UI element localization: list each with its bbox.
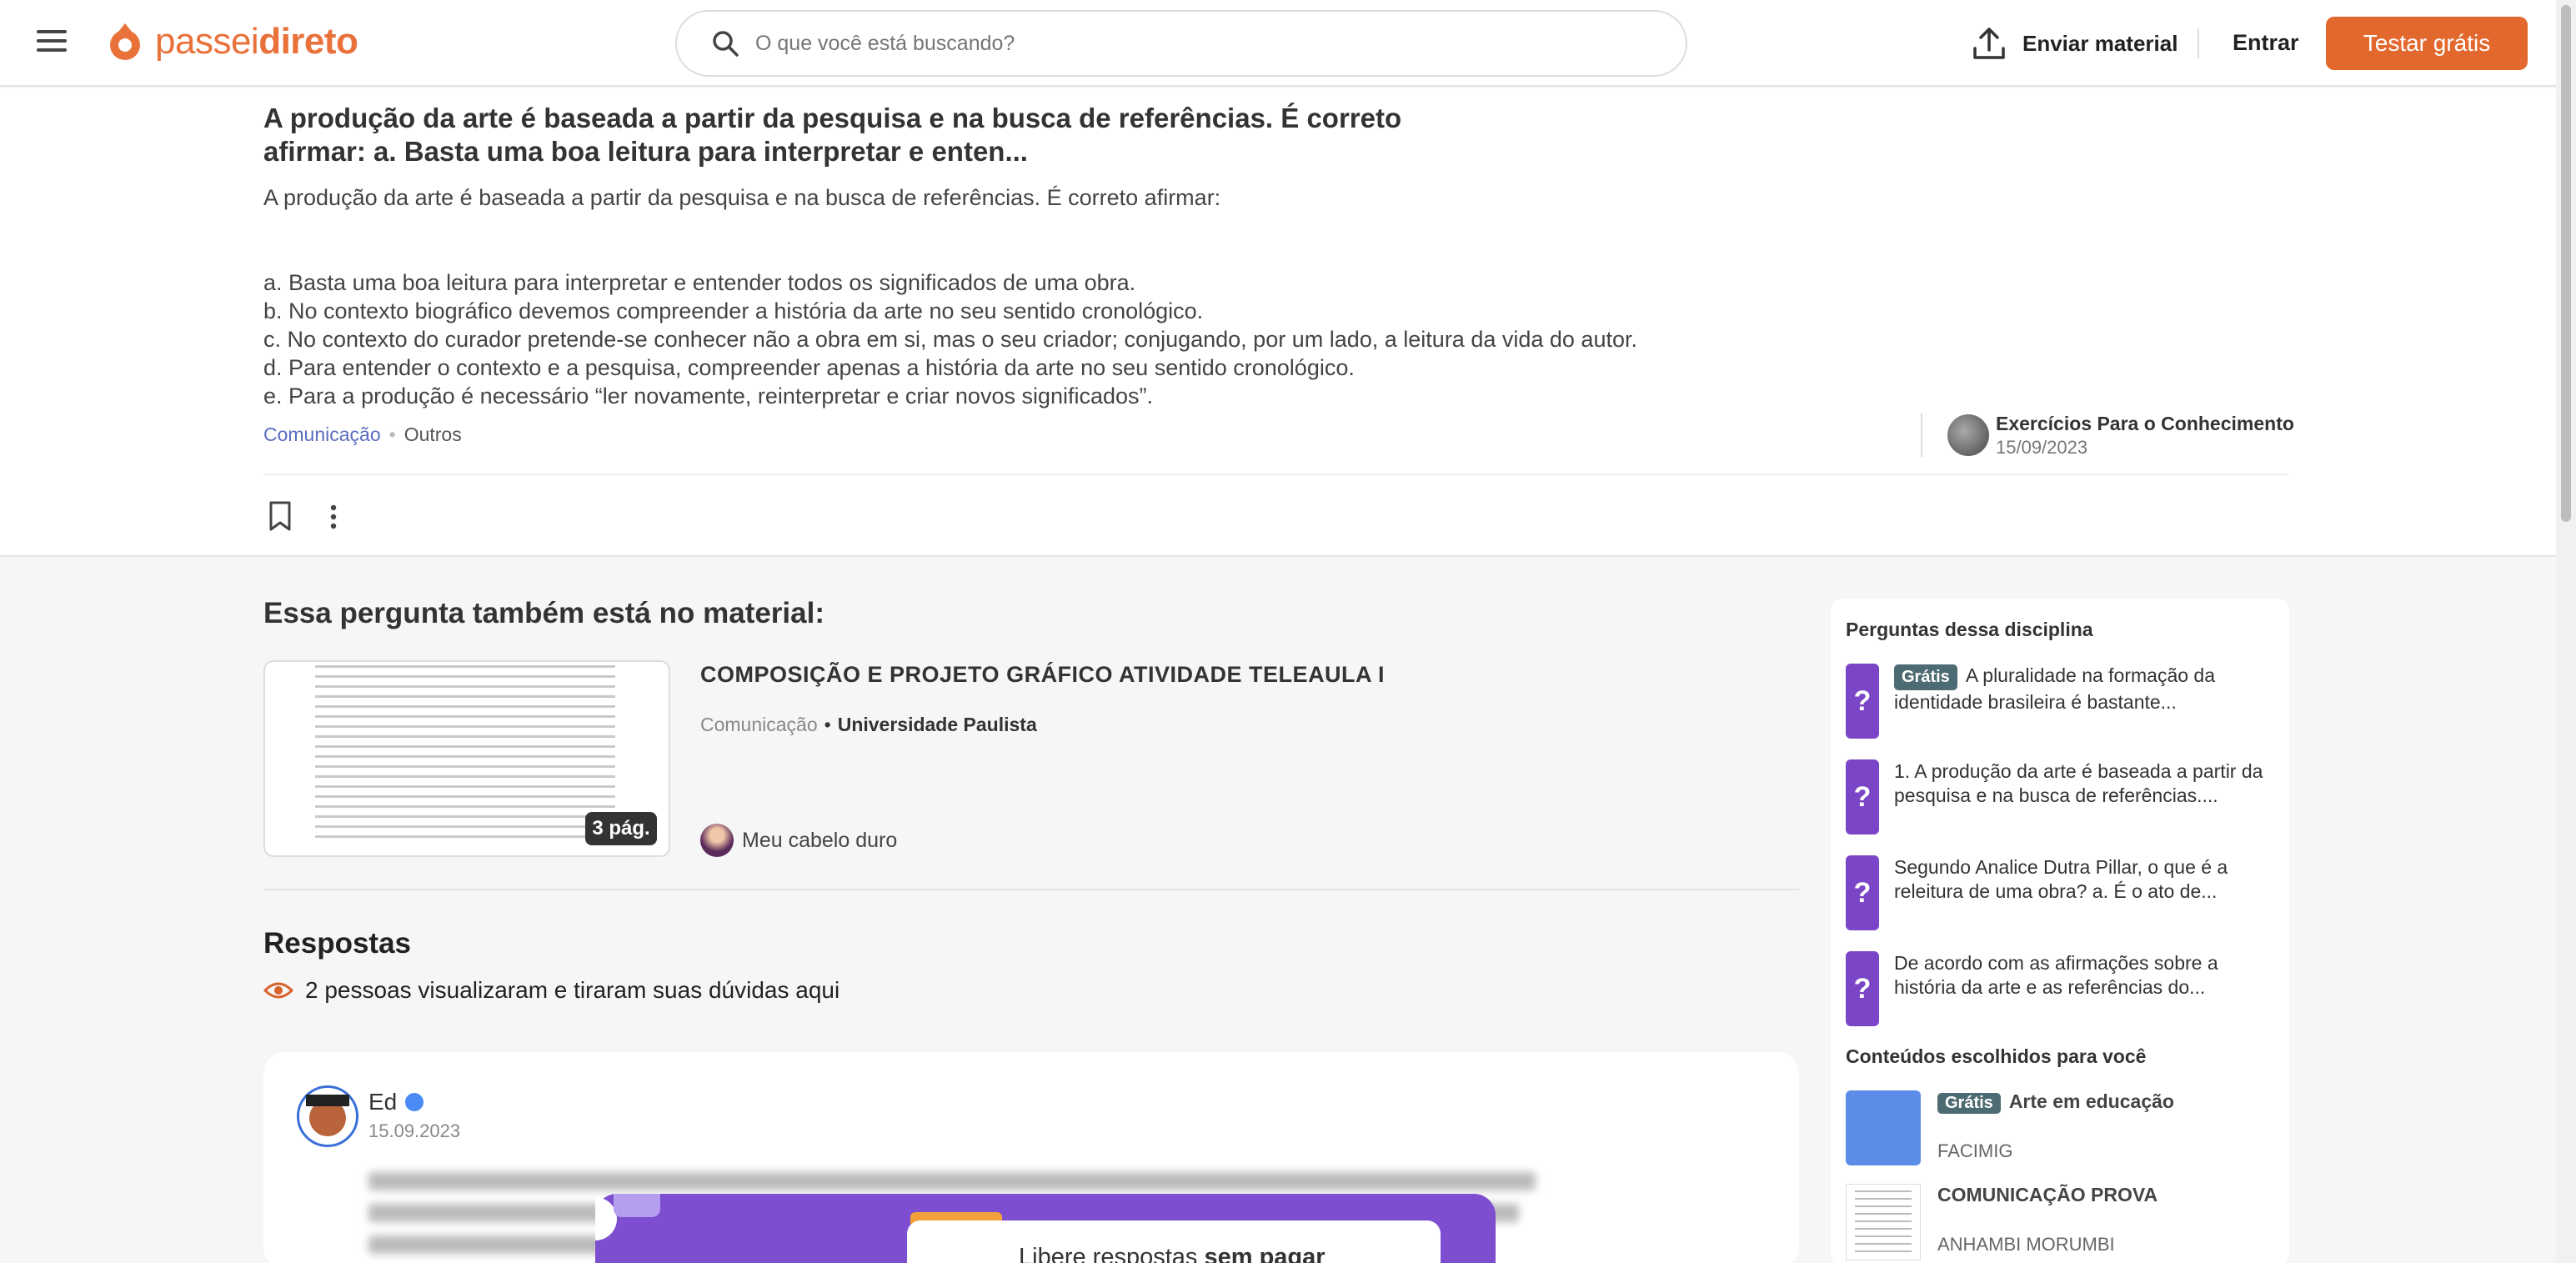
recommended-content-item[interactable]: COMUNICAÇÃO PROVA ANHAMBI MORUMBI — [1846, 1184, 2279, 1260]
question-mark-icon: ? — [1846, 664, 1879, 739]
recommended-content-heading: Conteúdos escolhidos para você — [1846, 1045, 2147, 1067]
tag-other: Outros — [403, 424, 462, 445]
tag-separator: • — [388, 424, 396, 445]
paywall-box[interactable]: Libere respostas sem pagar — [907, 1220, 1441, 1263]
paywall-text: Libere respostas sem pagar — [1019, 1244, 1326, 1263]
free-trial-button[interactable]: Testar grátis — [2326, 17, 2528, 70]
question-option-d: d. Para entender o contexto e a pesquisa… — [263, 355, 1355, 380]
material-meta-separator: • — [824, 714, 831, 735]
hamburger-menu-icon[interactable] — [37, 30, 67, 53]
author-name: Exercícios Para o Conhecimento — [1996, 412, 2294, 434]
material-author-avatar — [700, 824, 734, 857]
related-questions-heading: Perguntas dessa disciplina — [1846, 619, 2093, 640]
related-question-item[interactable]: ? Segundo Analice Dutra Pillar, o que é … — [1846, 855, 2279, 930]
question-mark-icon: ? — [1846, 855, 1879, 930]
header-divider — [2198, 28, 2199, 58]
tag-subject-link[interactable]: Comunicação — [263, 424, 381, 446]
free-badge: Grátis — [1894, 664, 1957, 690]
author-date: 15/09/2023 — [1996, 436, 2088, 458]
logo-text-part1: passei — [155, 21, 259, 62]
upload-label: Enviar material — [2022, 30, 2178, 56]
material-meta: Comunicação • Universidade Paulista — [700, 714, 1037, 736]
recommended-content-item[interactable]: Grátis Arte em educação FACIMIG — [1846, 1090, 2279, 1167]
search-input[interactable] — [755, 31, 1589, 56]
login-button[interactable]: Entrar — [2233, 30, 2299, 56]
answer-card: Ed 15.09.2023 Libere respostas sem pagar — [263, 1052, 1799, 1263]
related-question-item[interactable]: ? De acordo com as afirmações sobre a hi… — [1846, 951, 2279, 1026]
question-option-a: a. Basta uma boa leitura para interpreta… — [263, 270, 1136, 295]
content-title: Arte em educação — [2008, 1090, 2174, 1112]
answer-date: 15.09.2023 — [368, 1120, 461, 1141]
answer-author: Ed — [368, 1089, 424, 1115]
answer-author-avatar — [297, 1085, 358, 1147]
sidebar: Perguntas dessa disciplina ? Grátis A plu… — [1831, 599, 2289, 1263]
bookmark-icon[interactable] — [267, 500, 293, 532]
material-author-name: Meu cabelo duro — [742, 828, 898, 852]
answer-author-name: Ed — [368, 1089, 398, 1115]
content-source: FACIMIG — [1937, 1140, 2013, 1161]
question-option-b: b. No contexto biográfico devemos compre… — [263, 298, 1204, 323]
content-source: ANHAMBI MORUMBI — [1937, 1234, 2115, 1255]
material-university: Universidade Paulista — [837, 714, 1037, 735]
question-tags: Comunicação • Outros — [263, 424, 462, 446]
logo-mark-icon — [103, 20, 147, 63]
free-badge: Grátis — [1937, 1093, 2001, 1114]
upload-material-button[interactable]: Enviar material — [1971, 25, 2178, 62]
material-section-title: Essa pergunta também está no material: — [263, 597, 824, 629]
more-options-icon[interactable] — [323, 502, 343, 532]
material-title[interactable]: COMPOSIÇÃO E PROJETO GRÁFICO ATIVIDADE T… — [700, 662, 1385, 688]
views-text: 2 pessoas visualizaram e tiraram suas dú… — [305, 977, 840, 1003]
question-author[interactable]: Exercícios Para o Conhecimento 15/09/202… — [1921, 412, 2294, 458]
question-mark-icon: ? — [1846, 951, 1879, 1026]
related-question-text: Segundo Analice Dutra Pillar, o que é a … — [1894, 856, 2228, 902]
material-author[interactable]: Meu cabelo duro — [700, 824, 897, 857]
content-title: COMUNICAÇÃO PROVA — [1937, 1184, 2158, 1205]
scrollbar-thumb[interactable] — [2561, 5, 2571, 522]
question-option-c: c. No contexto do curador pretende-se co… — [263, 327, 1637, 352]
author-avatar — [1947, 414, 1989, 456]
question-body: A produção da arte é baseada a partir da… — [263, 183, 1847, 410]
eye-icon — [263, 982, 293, 999]
upload-icon — [1973, 28, 2005, 59]
verified-icon — [405, 1093, 424, 1111]
question-intro: A produção da arte é baseada a partir da… — [263, 185, 1221, 210]
related-question-text: 1. A produção da arte é baseada a partir… — [1894, 760, 2263, 806]
content-thumbnail — [1846, 1184, 1921, 1260]
answers-title: Respostas — [263, 927, 412, 960]
top-header: passeidireto Enviar material Entrar Test… — [0, 0, 2556, 87]
page-count-badge: 3 pág. — [585, 812, 657, 845]
site-logo[interactable]: passeidireto — [103, 18, 358, 65]
question-divider — [263, 474, 2289, 475]
question-mark-icon: ? — [1846, 759, 1879, 834]
page-scrollbar[interactable] — [2556, 0, 2576, 1263]
material-subject: Comunicação — [700, 714, 818, 735]
material-divider — [263, 889, 1799, 890]
paywall-banner: Libere respostas sem pagar — [595, 1194, 1496, 1263]
graduation-cap-icon — [306, 1095, 349, 1106]
question-title: A produção da arte é baseada a partir da… — [263, 103, 1402, 167]
content-thumbnail — [1846, 1090, 1921, 1165]
question-card: A produção da arte é baseada a partir da… — [0, 88, 2556, 557]
related-question-text: De acordo com as afirmações sobre a hist… — [1894, 952, 2218, 998]
material-thumbnail[interactable]: 3 pág. — [263, 660, 670, 857]
logo-text-part2: direto — [258, 21, 358, 62]
search-icon — [713, 31, 739, 57]
question-option-e: e. Para a produção é necessário “ler nov… — [263, 383, 1154, 408]
search-bar[interactable] — [675, 10, 1687, 77]
views-info: 2 pessoas visualizaram e tiraram suas dú… — [263, 977, 839, 1004]
related-question-item[interactable]: ? 1. A produção da arte é baseada a part… — [1846, 759, 2279, 834]
related-question-item[interactable]: ? Grátis A pluralidade na formação da ide… — [1846, 664, 2279, 739]
